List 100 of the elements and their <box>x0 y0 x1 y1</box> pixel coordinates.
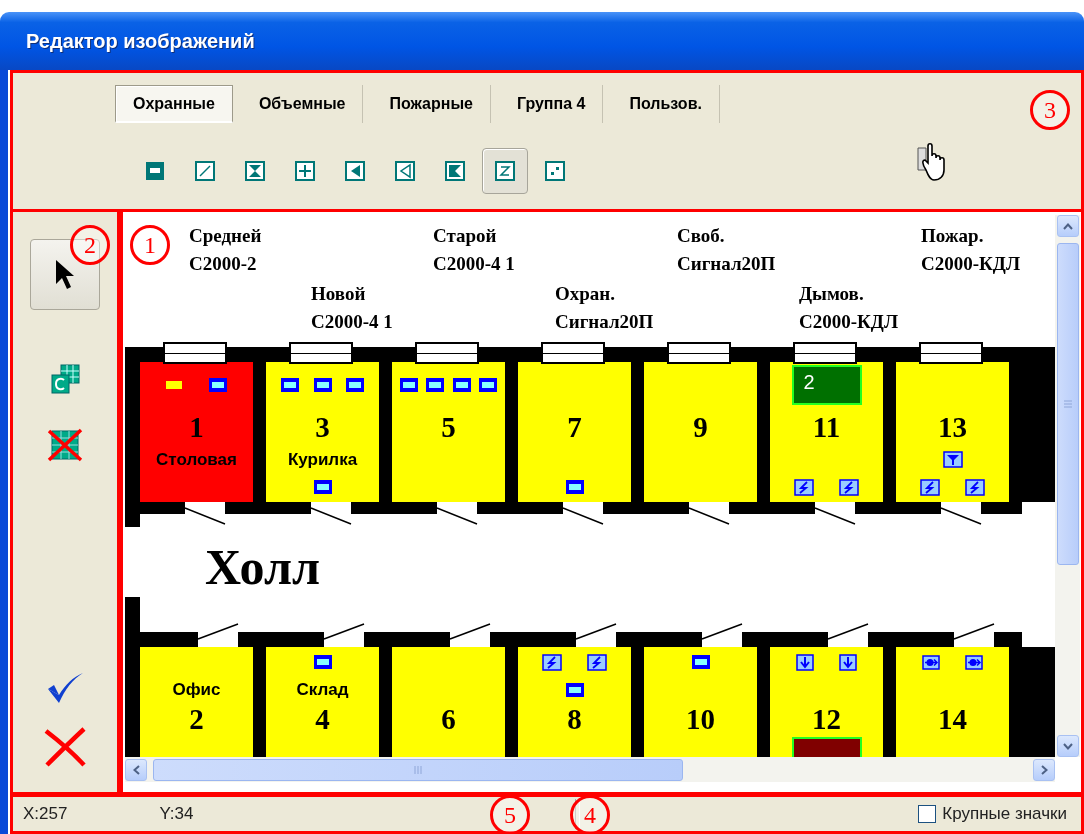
room-name: Офис <box>172 679 221 700</box>
checkbox-label[interactable]: Крупные значки <box>942 804 1067 824</box>
tab[interactable]: Группа 4 <box>499 85 604 123</box>
room-number: 3 <box>315 410 330 444</box>
cross-icon <box>43 727 87 767</box>
room-number: 12 <box>812 703 841 736</box>
room-number: 13 <box>938 410 967 444</box>
copy-icon <box>49 363 81 395</box>
lightning-sensor-icon <box>542 653 563 671</box>
callout-number: 3 <box>1030 90 1070 130</box>
arrow-sensor-icon <box>965 654 984 670</box>
device-model: С2000-4 1 <box>433 252 515 276</box>
scroll-down-button[interactable] <box>1056 735 1079 757</box>
tab[interactable]: Объемные <box>241 85 364 123</box>
sensor-tool-icon <box>345 161 365 181</box>
room-number: 2 <box>189 703 204 736</box>
caret-left-icon <box>132 764 140 775</box>
device-name: Пожар. <box>921 224 985 248</box>
bar-sensor-icon <box>313 480 332 494</box>
scroll-left-button[interactable] <box>125 758 147 781</box>
callout-number: 5 <box>490 795 530 834</box>
sensor-tool-icon <box>445 161 465 181</box>
x-coordinate: X:257 <box>23 804 68 824</box>
scroll-up-button[interactable] <box>1056 215 1079 237</box>
sensor-tool-icon <box>145 161 165 181</box>
device-name: Новой <box>311 282 367 306</box>
lightning-sensor-icon <box>920 478 941 496</box>
sensor-tool-icon <box>495 161 515 181</box>
lightning-sensor-icon <box>586 653 607 671</box>
scrollbar-thumb[interactable] <box>153 758 683 781</box>
down-arrow-sensor-icon <box>795 653 814 671</box>
bar-sensor-icon <box>313 655 332 669</box>
device-name: Своб. <box>677 224 726 248</box>
room-number: 4 <box>315 703 330 736</box>
lightning-sensor-icon <box>838 478 859 496</box>
window-title: Редактор изображений <box>26 29 255 53</box>
bar-sensor-icon <box>565 682 584 697</box>
callout-number: 1 <box>130 225 170 265</box>
callout-number: 2 <box>70 225 110 265</box>
room-number: 5 <box>441 410 456 444</box>
bar-sensor-icon <box>346 377 365 392</box>
pointer-tool-button[interactable] <box>30 239 100 310</box>
device-name: Старой <box>433 224 498 248</box>
caret-right-icon <box>1040 764 1048 775</box>
caret-down-icon <box>1062 742 1073 750</box>
checkbox[interactable] <box>918 805 937 823</box>
device-model: С2000-4 1 <box>311 310 393 334</box>
device-name: Средней <box>189 224 262 248</box>
room-number: 10 <box>686 703 715 736</box>
room-number: 9 <box>693 410 708 444</box>
sensor-tool-icon <box>395 161 415 181</box>
room-number: 11 <box>812 410 841 444</box>
grip-icon <box>414 764 422 775</box>
sensor-tool-icon <box>545 161 565 181</box>
crossed-out-grid-icon <box>46 427 84 463</box>
vertical-scrollbar[interactable] <box>1055 215 1080 757</box>
caret-up-icon <box>1062 222 1073 230</box>
bar-sensor-icon <box>400 377 419 392</box>
grip-icon <box>1062 400 1073 408</box>
room-name: Столовая <box>156 449 237 470</box>
sensor-tool-icon <box>245 161 265 181</box>
funnel-sensor-icon <box>942 451 963 468</box>
room-number: 1 <box>189 410 204 444</box>
bar-sensor-icon <box>691 655 710 669</box>
horizontal-scrollbar[interactable] <box>125 757 1055 782</box>
device-model: С2000-2 <box>189 252 258 276</box>
arrow-sensor-icon <box>921 654 940 670</box>
bar-sensor-icon <box>452 377 471 392</box>
scrollbar-thumb[interactable] <box>1056 243 1079 565</box>
lightning-sensor-icon <box>794 478 815 496</box>
device-name: Дымов. <box>799 282 865 306</box>
device-model: С2000-КДЛ <box>799 310 899 334</box>
device-model: Сигнал20П <box>677 252 776 276</box>
room-number: 7 <box>567 410 582 444</box>
room-number: 8 <box>567 703 582 736</box>
tab[interactable]: Пользов. <box>612 85 720 123</box>
zone-indicator: 2 <box>791 364 862 405</box>
scroll-right-button[interactable] <box>1033 758 1055 781</box>
callout-number: 4 <box>570 795 610 834</box>
device-model: Сигнал20П <box>555 310 654 334</box>
y-coordinate: Y:34 <box>159 804 194 824</box>
room-name: Курилка <box>287 449 358 470</box>
bar-sensor-icon <box>280 377 299 392</box>
bar-sensor-icon <box>478 377 497 392</box>
small-bar-icon <box>166 380 183 389</box>
room-name: Склад <box>296 679 349 700</box>
lightning-sensor-icon <box>964 478 985 496</box>
tab[interactable]: Охранные <box>115 85 233 123</box>
room-number: 6 <box>441 703 456 736</box>
room-number: 14 <box>938 703 967 736</box>
tool-button[interactable] <box>482 148 528 194</box>
bar-sensor-icon <box>208 377 227 392</box>
down-arrow-sensor-icon <box>839 653 858 671</box>
hall-label: Холл <box>205 538 320 596</box>
device-model: С2000-КДЛ <box>921 252 1021 276</box>
sensor-tool-icon <box>195 161 215 181</box>
sensor-tool-icon <box>295 161 315 181</box>
bar-sensor-icon <box>565 480 584 494</box>
tab[interactable]: Пожарные <box>372 85 491 123</box>
bar-sensor-icon <box>313 377 332 392</box>
